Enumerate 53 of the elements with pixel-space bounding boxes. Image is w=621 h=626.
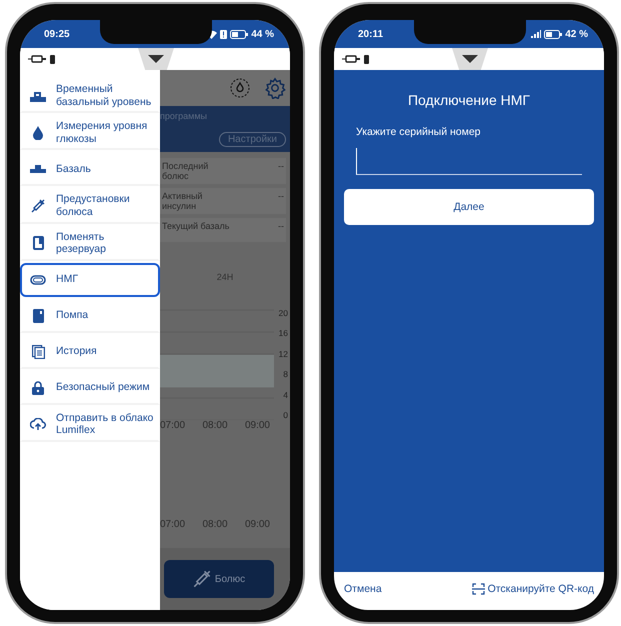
info-value: --: [278, 161, 284, 173]
document-icon: [32, 344, 44, 359]
time-label: 09:00: [244, 519, 270, 530]
time-label: 09:00: [244, 420, 270, 431]
basal-icon: [30, 165, 46, 174]
drop-icon[interactable]: [230, 78, 250, 98]
time-label: 08:00: [202, 420, 228, 431]
y-axis-label: 4: [282, 390, 288, 400]
battery-icon: [230, 30, 248, 38]
reservoir-icon: [32, 236, 44, 250]
info-label: Активный инсулин: [162, 191, 204, 211]
battery-icon: [364, 54, 369, 64]
y-axis-label: 20: [278, 308, 288, 318]
battery-percent: 44 %: [251, 28, 274, 40]
status-time: 20:11: [358, 28, 384, 40]
settings-icon[interactable]: [264, 77, 286, 99]
y-axis-label: 12: [278, 348, 288, 359]
field-label: Укажите серийный номер: [356, 126, 482, 138]
battery-percent: 42 %: [565, 28, 588, 40]
alert-icon: [220, 30, 228, 38]
info-label: Текущий базаль: [162, 221, 230, 233]
y-axis-label: 0: [282, 410, 288, 420]
time-label: 07:00: [160, 420, 186, 431]
pump-connection-icon: [28, 55, 46, 63]
cancel-link[interactable]: Отмена: [344, 583, 382, 595]
time-label: 07:00: [160, 519, 186, 530]
time-label: 08:00: [202, 519, 228, 530]
sensor-icon: [30, 274, 46, 285]
bolus-button[interactable]: Болюс: [164, 560, 274, 598]
next-button[interactable]: Далее: [344, 189, 594, 225]
syringe-icon: [31, 198, 45, 213]
scan-icon: [472, 583, 485, 595]
pump-connection-icon: [342, 55, 360, 63]
screen-title: Подключение НМГ: [406, 92, 531, 108]
temp-basal-icon: [30, 90, 46, 102]
drawer-item[interactable]: НМГ: [20, 262, 160, 297]
y-axis-label: 8: [282, 369, 288, 380]
drop-icon: [33, 126, 43, 140]
battery-icon: [544, 30, 562, 38]
info-value: --: [278, 221, 284, 233]
battery-icon: [50, 54, 55, 64]
scan-qr-link[interactable]: Отсканируйте QR-код: [472, 583, 594, 595]
serial-number-field[interactable]: [356, 148, 582, 175]
y-axis-label: 16: [278, 328, 288, 338]
syringe-icon: [192, 570, 211, 588]
banner-text: программы: [160, 111, 208, 121]
cloud-upload-icon: [30, 418, 46, 430]
signal-icon: [531, 30, 542, 38]
pump-icon: [32, 308, 44, 323]
info-label: Последний болюс: [162, 161, 210, 181]
lock-icon: [32, 380, 44, 395]
status-time: 09:25: [44, 28, 70, 40]
info-value: --: [278, 191, 284, 203]
